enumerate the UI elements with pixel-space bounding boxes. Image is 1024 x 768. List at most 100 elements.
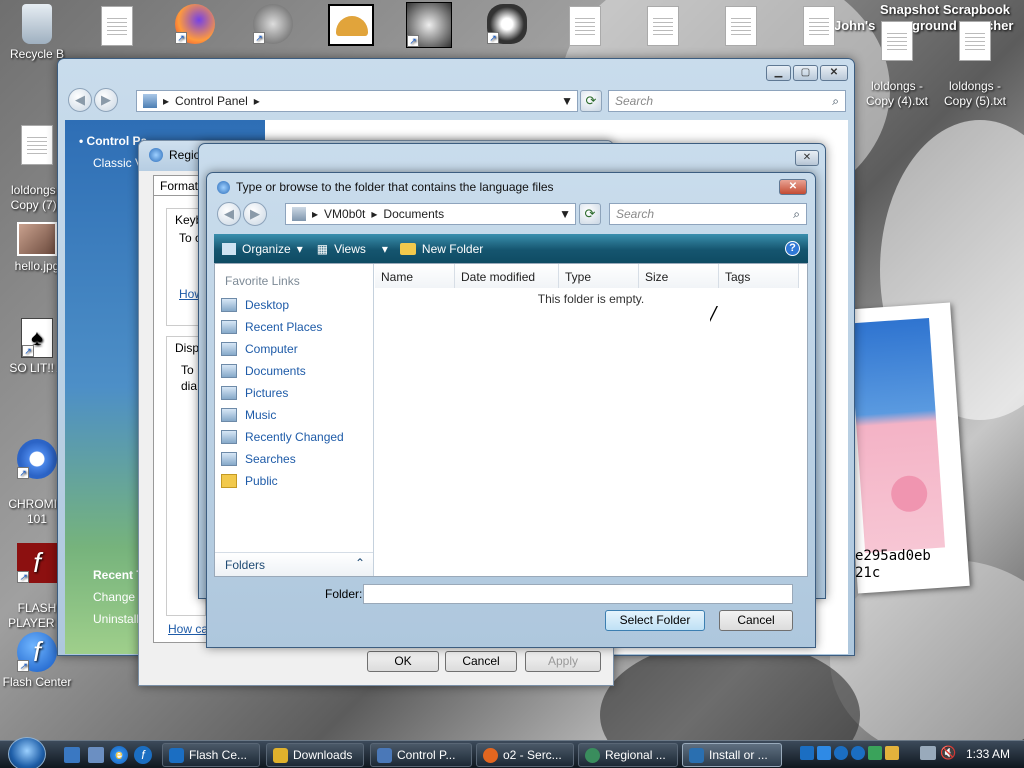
text-file-icon (569, 6, 601, 46)
folder-input[interactable] (363, 584, 793, 604)
nav-link-desktop[interactable]: Desktop (221, 298, 289, 312)
taskbar-item-downloads[interactable]: Downloads (266, 743, 364, 767)
breadcrumb-documents[interactable]: Documents (383, 207, 444, 221)
column-header-tags[interactable]: Tags (719, 264, 799, 288)
back-button[interactable]: ◀ (68, 88, 92, 112)
apply-button[interactable]: Apply (525, 651, 601, 672)
desktop-icon-label: loldongs - Copy (4).txt (865, 79, 928, 108)
close-button[interactable]: ✕ (820, 65, 848, 81)
column-header-type[interactable]: Type (559, 264, 639, 288)
desktop-icon-label: loldongs - Copy (5).txt (943, 79, 1006, 108)
desktop-icon-raccoon[interactable]: ↗ (470, 4, 544, 47)
tray-icon[interactable] (868, 746, 882, 760)
taskbar-item-firefox[interactable]: o2 - Serc... (476, 743, 574, 767)
taskbar-item-regional[interactable]: Regional ... (578, 743, 678, 767)
nav-link-documents[interactable]: Documents (221, 364, 306, 378)
desktop-icon-loldongs-4[interactable]: loldongs - Copy (4).txt (860, 6, 934, 124)
recent-task-change[interactable]: Change (93, 590, 135, 604)
forward-button[interactable]: ▶ (94, 88, 118, 112)
desktop-icon-recycle-bin[interactable]: Recycle B (0, 4, 74, 62)
recent-task-uninstall[interactable]: Uninstall (93, 612, 139, 626)
tray-icon[interactable] (800, 746, 814, 760)
breadcrumb-vm0b0t[interactable]: VM0b0t (324, 207, 365, 221)
cancel-button[interactable]: Cancel (719, 610, 793, 631)
nav-link-searches[interactable]: Searches (221, 452, 296, 466)
search-icon[interactable]: ⌕ (832, 94, 839, 109)
taskbar-item-control-panel[interactable]: Control P... (370, 743, 472, 767)
address-bar[interactable]: ▸ VM0b0t ▸ Documents ▼ (285, 203, 576, 225)
address-bar[interactable]: ▸ Control Panel ▸ ▼ (136, 90, 578, 112)
taskbar-item-install[interactable]: Install or ... (682, 743, 782, 767)
nav-link-computer[interactable]: Computer (221, 342, 298, 356)
taskbar-item-flash-center[interactable]: Flash Ce... (162, 743, 260, 767)
help-link[interactable]: How ca (168, 622, 208, 636)
sidebar-title[interactable]: • Control Pa (79, 134, 147, 148)
search-input[interactable]: Search ⌕ (608, 90, 846, 112)
breadcrumb-control-panel[interactable]: Control Panel (175, 94, 248, 108)
close-button[interactable]: ✕ (795, 150, 819, 166)
desktop-icon-file[interactable] (782, 6, 856, 49)
views-menu[interactable]: ▦ Views ▾ (317, 242, 388, 256)
search-input[interactable]: Search ⌕ (609, 203, 807, 225)
breadcrumb-separator-icon: ▸ (163, 94, 170, 108)
network-icon[interactable] (920, 746, 936, 760)
folder-label: Folder: (325, 587, 363, 601)
refresh-icon[interactable]: ⟳ (579, 203, 601, 225)
organize-menu[interactable]: Organize ▾ (222, 242, 303, 256)
sidebar-classic-view-link[interactable]: Classic V (93, 156, 143, 170)
desktop-icon-file[interactable] (80, 6, 154, 49)
nav-link-recently-changed[interactable]: Recently Changed (221, 430, 344, 444)
desktop-icon-face[interactable]: ↗ (392, 2, 466, 51)
maximize-button[interactable]: ▢ (793, 65, 818, 81)
desktop-icon-app[interactable]: ↗ (236, 4, 310, 47)
tray-icon[interactable] (851, 746, 865, 760)
new-folder-button[interactable]: New Folder (399, 242, 483, 256)
nav-link-music[interactable]: Music (221, 408, 276, 422)
refresh-icon[interactable]: ⟳ (580, 90, 602, 112)
folders-expander[interactable]: Folders ⌃ (215, 552, 373, 576)
sticker-caption: e295ad0eb 21c (855, 548, 931, 582)
tray-icon[interactable] (834, 746, 848, 760)
desktop-icon-loldongs-5[interactable]: loldongs - Copy (5).txt (938, 6, 1012, 124)
close-button[interactable]: ✕ (779, 179, 807, 195)
recently-changed-icon (221, 430, 237, 444)
volume-muted-icon[interactable]: 🔇 (940, 745, 956, 761)
help-icon[interactable]: ? (785, 241, 800, 256)
back-button[interactable]: ◀ (217, 202, 241, 226)
desktop-icon-firefox[interactable]: ↗ (158, 4, 232, 47)
desktop-icon-file[interactable] (626, 6, 700, 49)
search-placeholder: Search (615, 94, 654, 108)
internet-explorer-icon[interactable]: e (110, 746, 128, 764)
select-folder-button[interactable]: Select Folder (605, 610, 705, 631)
tray-icon[interactable] (817, 746, 831, 760)
column-header-date-modified[interactable]: Date modified (455, 264, 559, 288)
desktop-icon-file[interactable] (548, 6, 622, 49)
nav-link-recent-places[interactable]: Recent Places (221, 320, 322, 334)
dialog-title: Type or browse to the folder that contai… (236, 180, 554, 194)
ok-button[interactable]: OK (367, 651, 439, 672)
browse-folder-dialog[interactable]: Type or browse to the folder that contai… (206, 172, 816, 648)
switch-windows-icon[interactable] (88, 747, 104, 763)
desktop-icon-file[interactable] (704, 6, 778, 49)
documents-icon (221, 364, 237, 378)
start-button[interactable] (8, 737, 46, 768)
dropdown-arrow-icon[interactable]: ▼ (561, 94, 573, 108)
notification-area (800, 746, 899, 760)
computer-icon (292, 207, 306, 221)
dropdown-arrow-icon[interactable]: ▼ (559, 207, 571, 221)
flash-icon[interactable]: f (134, 746, 152, 764)
desktop-icon-taco[interactable] (314, 4, 388, 49)
column-header-name[interactable]: Name (375, 264, 455, 288)
cancel-button[interactable]: Cancel (445, 651, 517, 672)
text-file-icon (881, 21, 913, 61)
nav-link-pictures[interactable]: Pictures (221, 386, 288, 400)
search-icon[interactable]: ⌕ (793, 207, 800, 222)
nav-link-public[interactable]: Public (221, 474, 278, 488)
image-file-icon (17, 222, 57, 256)
show-desktop-icon[interactable] (64, 747, 80, 763)
minimize-button[interactable]: ▁ (766, 65, 791, 81)
column-header-size[interactable]: Size (639, 264, 719, 288)
clock[interactable]: 1:33 AM (966, 747, 1010, 761)
tray-icon[interactable] (885, 746, 899, 760)
forward-button[interactable]: ▶ (243, 202, 267, 226)
